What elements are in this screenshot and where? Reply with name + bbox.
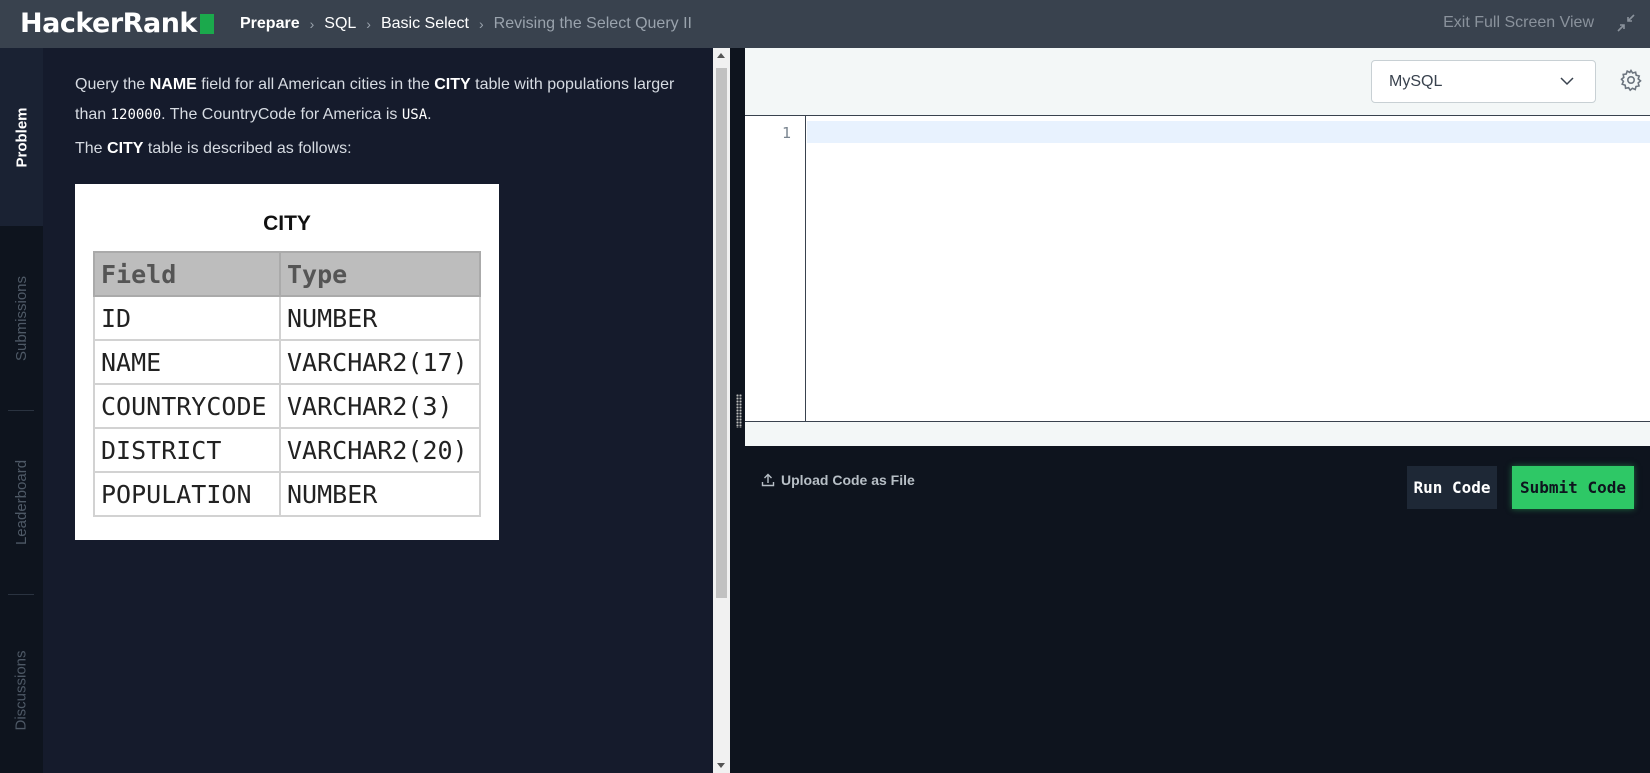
breadcrumb: Prepare › SQL › Basic Select › Revising … (240, 0, 692, 48)
chevron-right-icon: › (366, 16, 371, 32)
problem-panel: Query the NAME field for all American ci… (43, 48, 713, 773)
column-header: Field (93, 251, 281, 297)
scroll-up-arrow-icon[interactable] (717, 53, 725, 58)
table-cell: VARCHAR2(17) (279, 339, 481, 385)
table-row: DISTRICT VARCHAR2(20) (93, 427, 481, 473)
logo-text: HackerRank (20, 8, 197, 39)
table-row: ID NUMBER (93, 295, 481, 341)
table-cell: NUMBER (279, 471, 481, 517)
table-cell: VARCHAR2(20) (279, 427, 481, 473)
table-cell: COUNTRYCODE (93, 383, 281, 429)
table-cell: POPULATION (93, 471, 281, 517)
problem-text-bold: CITY (434, 76, 471, 93)
table-cell: DISTRICT (93, 427, 281, 473)
breadcrumb-prepare[interactable]: Prepare (240, 15, 300, 33)
tab-problem-label: Problem (13, 106, 31, 168)
problem-text: The (75, 140, 108, 157)
problem-text: table with populations larger (470, 76, 675, 93)
problem-text: . The CountryCode for America is (161, 106, 402, 123)
column-header: Type (279, 251, 481, 297)
problem-paragraph-2: The CITY table is described as follows: (75, 134, 352, 164)
logo-block-icon (199, 13, 214, 34)
breadcrumb-basic-select[interactable]: Basic Select (381, 15, 469, 33)
scrollbar-thumb[interactable] (716, 68, 727, 598)
table-header-row: Field Type (93, 251, 481, 297)
tab-problem[interactable]: Problem (0, 48, 43, 226)
top-navbar: HackerRank Prepare › SQL › Basic Select … (0, 0, 1650, 48)
tab-submissions-label: Submissions (13, 275, 31, 361)
tab-divider (8, 594, 34, 595)
table-cell: VARCHAR2(3) (279, 383, 481, 429)
upload-code-label: Upload Code as File (781, 472, 915, 488)
tab-leaderboard-label: Leaderboard (13, 459, 31, 545)
tab-discussions-label: Discussions (13, 650, 30, 731)
scroll-down-arrow-icon[interactable] (717, 763, 725, 768)
line-number: 1 (781, 124, 791, 142)
editor-panel: MySQL 1 (745, 48, 1650, 446)
drag-handle-icon[interactable] (736, 394, 742, 428)
table-row: POPULATION NUMBER (93, 471, 481, 517)
panel-splitter[interactable] (730, 48, 745, 773)
problem-text-bold: NAME (149, 76, 197, 93)
active-code-line[interactable] (807, 121, 1650, 143)
gear-icon[interactable] (1619, 68, 1643, 92)
upload-icon (761, 473, 775, 487)
code-editor[interactable]: 1 (745, 115, 1650, 422)
problem-text: than (75, 106, 111, 123)
hackerrank-logo[interactable]: HackerRank (20, 8, 214, 39)
tab-submissions[interactable]: Submissions (0, 226, 43, 410)
chevron-down-icon (1560, 77, 1574, 86)
run-code-button[interactable]: Run Code (1407, 466, 1497, 509)
table-row: NAME VARCHAR2(17) (93, 339, 481, 385)
breadcrumb-current-challenge: Revising the Select Query II (493, 15, 692, 32)
side-tabs: Problem Submissions Leaderboard Discussi… (0, 48, 43, 773)
problem-text: Query the (75, 76, 150, 93)
chevron-right-icon: › (309, 16, 315, 32)
editor-actions: Upload Code as File Run Code Submit Code (745, 446, 1650, 773)
problem-code: USA (401, 107, 428, 123)
collapse-screen-icon[interactable] (1616, 13, 1636, 33)
language-select[interactable]: MySQL (1371, 60, 1596, 103)
table-row: COUNTRYCODE VARCHAR2(3) (93, 383, 481, 429)
breadcrumb-sql[interactable]: SQL (324, 15, 356, 33)
problem-text: table is described as follows: (143, 140, 352, 157)
chevron-right-icon: › (479, 16, 484, 32)
table-cell: ID (93, 295, 281, 341)
exit-fullscreen-link[interactable]: Exit Full Screen View (1443, 0, 1594, 46)
language-select-value: MySQL (1389, 72, 1443, 90)
line-number-gutter: 1 (745, 116, 806, 421)
city-table-title: CITY (263, 212, 311, 235)
problem-text-bold: CITY (107, 140, 144, 157)
table-cell: NUMBER (279, 295, 481, 341)
problem-paragraph-1: Query the NAME field for all American ci… (75, 70, 674, 130)
tab-leaderboard[interactable]: Leaderboard (0, 410, 43, 594)
city-schema-table: Field Type ID NUMBER NAME VARCHAR2(17) C… (93, 251, 481, 517)
table-cell: NAME (93, 339, 281, 385)
problem-text: field for all American cities in the (196, 76, 435, 93)
tab-discussions[interactable]: Discussions (0, 608, 43, 773)
problem-text: . (427, 106, 432, 123)
problem-code: 120000 (110, 107, 162, 123)
submit-code-button[interactable]: Submit Code (1512, 466, 1634, 509)
city-table-image: CITY Field Type ID NUMBER NAME VARCHAR2(… (75, 184, 499, 540)
problem-scrollbar[interactable] (713, 48, 730, 773)
upload-code-link[interactable]: Upload Code as File (761, 472, 915, 488)
